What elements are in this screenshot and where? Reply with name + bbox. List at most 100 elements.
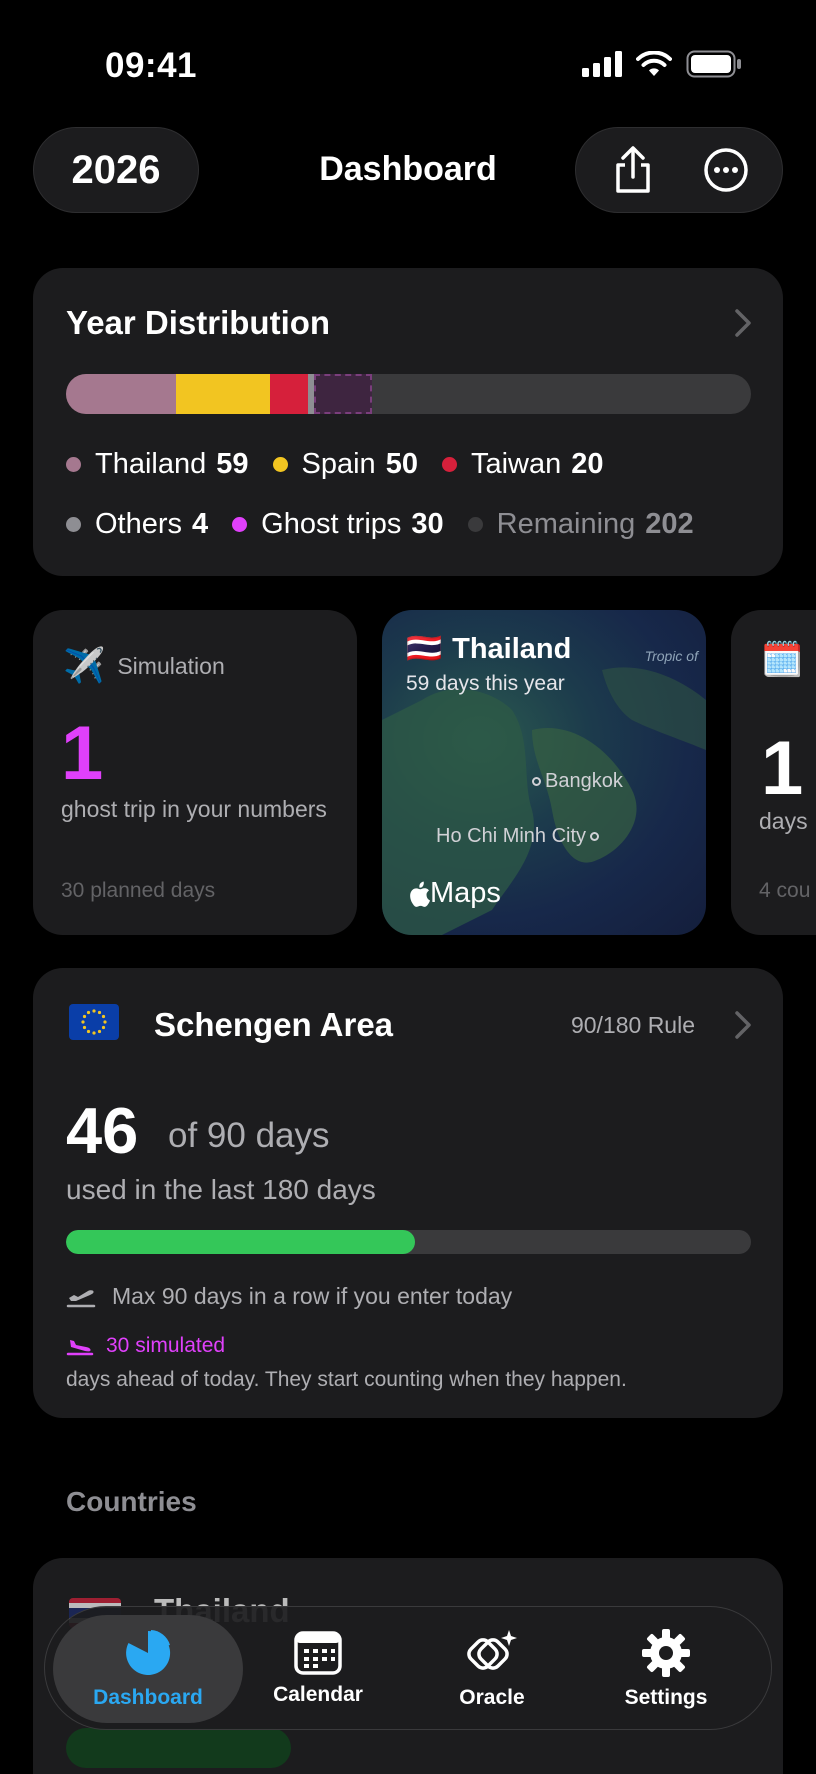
distribution-legend-row-2: Others 4 Ghost trips 30 Remaining 202	[66, 508, 694, 541]
top-country-map-card[interactable]: Tropic of 🇹🇭 Thailand 59 days this year …	[382, 610, 706, 935]
simulation-footer: 30 planned days	[61, 879, 216, 902]
schengen-simulated-note: 30 simulated	[66, 1334, 225, 1358]
simulation-card[interactable]: ✈️ Simulation 1 ghost trip in your numbe…	[33, 610, 357, 935]
legend-item-thailand: Thailand 59	[66, 448, 249, 481]
apple-maps-logo: Maps	[408, 877, 501, 910]
calendar-grid-icon	[294, 1631, 342, 1675]
legend-name: Spain	[301, 448, 376, 480]
legend-item-others: Others 4	[66, 508, 208, 541]
city-marker-icon	[590, 832, 600, 842]
chevron-right-icon	[735, 1011, 751, 1039]
legend-item-ghost-trips: Ghost trips 30	[232, 508, 444, 541]
legend-dot	[467, 517, 483, 532]
simulation-description: ghost trip in your numbers	[61, 796, 327, 822]
legend-dot	[441, 457, 457, 472]
simulation-label: ✈️ Simulation	[63, 646, 225, 686]
schengen-max-note: Max 90 days in a row if you enter today	[66, 1283, 512, 1310]
schengen-days-total: of 90 days	[168, 1116, 330, 1155]
distribution-legend-row-1: Thailand 59 Spain 50 Taiwan 20	[66, 448, 628, 481]
schengen-ahead-note: days ahead of today. They start counting…	[66, 1368, 627, 1391]
distribution-segment-taiwan	[270, 374, 308, 414]
legend-name: Ghost trips	[261, 508, 402, 540]
ghost-trip-count: 1	[61, 711, 104, 796]
legend-dot	[272, 457, 288, 472]
year-selector-button[interactable]: 2026	[33, 127, 199, 213]
legend-value: 59	[216, 448, 249, 480]
wifi-icon	[636, 51, 672, 76]
tab-label: Settings	[624, 1686, 708, 1709]
status-time: 09:41	[105, 46, 198, 85]
legend-dot	[232, 517, 248, 532]
countries-section-title: Countries	[66, 1486, 197, 1517]
legend-name: Others	[95, 508, 183, 540]
schengen-rule-label: 90/180 Rule	[570, 1012, 695, 1038]
tab-dashboard[interactable]: Dashboard	[53, 1615, 243, 1723]
tab-label: Dashboard	[93, 1686, 203, 1709]
tab-settings[interactable]: Settings	[571, 1615, 761, 1723]
year-distribution-title: Year Distribution	[66, 304, 331, 341]
next-summary-card[interactable]: 🗓️ 1 days 4 cou	[731, 610, 816, 935]
schengen-max-text: Max 90 days in a row if you enter today	[112, 1283, 513, 1309]
legend-name: Thailand	[95, 448, 207, 480]
chevron-right-icon	[735, 309, 751, 337]
map-tropic-label: Tropic of	[644, 648, 698, 664]
gear-icon	[642, 1629, 690, 1677]
tab-label: Calendar	[273, 1683, 363, 1706]
legend-value: 4	[192, 508, 209, 540]
header-actions	[575, 127, 783, 213]
year-distribution-card[interactable]: Year Distribution Thailand 59 Spain 50 T…	[33, 268, 783, 576]
eu-flag-icon	[69, 1004, 119, 1040]
map-country-name: Thailand	[452, 632, 572, 665]
legend-dot	[66, 457, 81, 472]
legend-value: 30	[411, 508, 444, 540]
schengen-progress-bar	[66, 1230, 751, 1254]
schengen-card[interactable]: Schengen Area 90/180 Rule 46 of 90 days …	[33, 968, 783, 1418]
map-country-days: 59 days this year	[406, 672, 565, 695]
more-ellipsis-icon	[703, 148, 748, 192]
city-marker-icon	[532, 777, 541, 787]
battery-icon	[686, 50, 741, 78]
tab-oracle[interactable]: Oracle	[397, 1615, 587, 1723]
maps-brand-text: Maps	[430, 877, 501, 909]
legend-item-spain: Spain 50	[272, 448, 418, 481]
distribution-segment-ghost-trips	[314, 374, 372, 414]
peek-card-description: days	[759, 808, 808, 834]
thailand-flag-icon: 🇹🇭	[406, 633, 443, 665]
map-city-bangkok: Bangkok	[532, 770, 623, 793]
pie-chart-icon	[126, 1630, 171, 1675]
legend-name: Remaining	[496, 508, 636, 540]
schengen-period-label: used in the last 180 days	[66, 1174, 376, 1205]
legend-name: Taiwan	[470, 448, 562, 480]
simulation-label-text: Simulation	[117, 652, 225, 679]
schengen-title: Schengen Area	[154, 1006, 394, 1043]
calendar-icon: 🗓️	[761, 641, 804, 679]
map-country-title: 🇹🇭 Thailand	[406, 632, 571, 666]
page-title: Dashboard	[319, 150, 497, 188]
schengen-progress-fill	[66, 1230, 416, 1254]
airplane-icon: ✈️	[63, 647, 106, 685]
tab-bar: Dashboard Calendar Oracle Settings	[44, 1606, 772, 1730]
tab-label: Oracle	[459, 1686, 525, 1709]
apple-logo-icon	[410, 881, 430, 907]
more-button[interactable]	[694, 138, 758, 202]
share-button[interactable]	[601, 138, 665, 202]
airplane-departure-icon	[66, 1289, 96, 1307]
status-bar: 09:41	[0, 0, 816, 120]
schengen-days-used: 46	[66, 1094, 139, 1167]
tab-calendar[interactable]: Calendar	[223, 1615, 413, 1723]
airplane-arrival-icon	[66, 1340, 94, 1356]
schengen-simulated-text: 30 simulated	[106, 1334, 226, 1357]
distribution-segment-thailand	[66, 374, 176, 414]
share-icon	[615, 146, 650, 193]
distribution-segment-spain	[176, 374, 270, 414]
map-city-name: Bangkok	[545, 770, 623, 792]
oracle-sparkle-icon	[467, 1630, 517, 1670]
peek-card-number: 1	[761, 726, 804, 811]
distribution-bar	[66, 374, 751, 414]
legend-item-remaining: Remaining 202	[467, 508, 694, 541]
map-city-hcmc: Ho Chi Minh City	[436, 825, 603, 848]
cellular-signal-icon	[582, 51, 622, 77]
legend-value: 50	[385, 448, 418, 480]
eu-stars-icon	[81, 1009, 107, 1035]
legend-value: 20	[571, 448, 604, 480]
